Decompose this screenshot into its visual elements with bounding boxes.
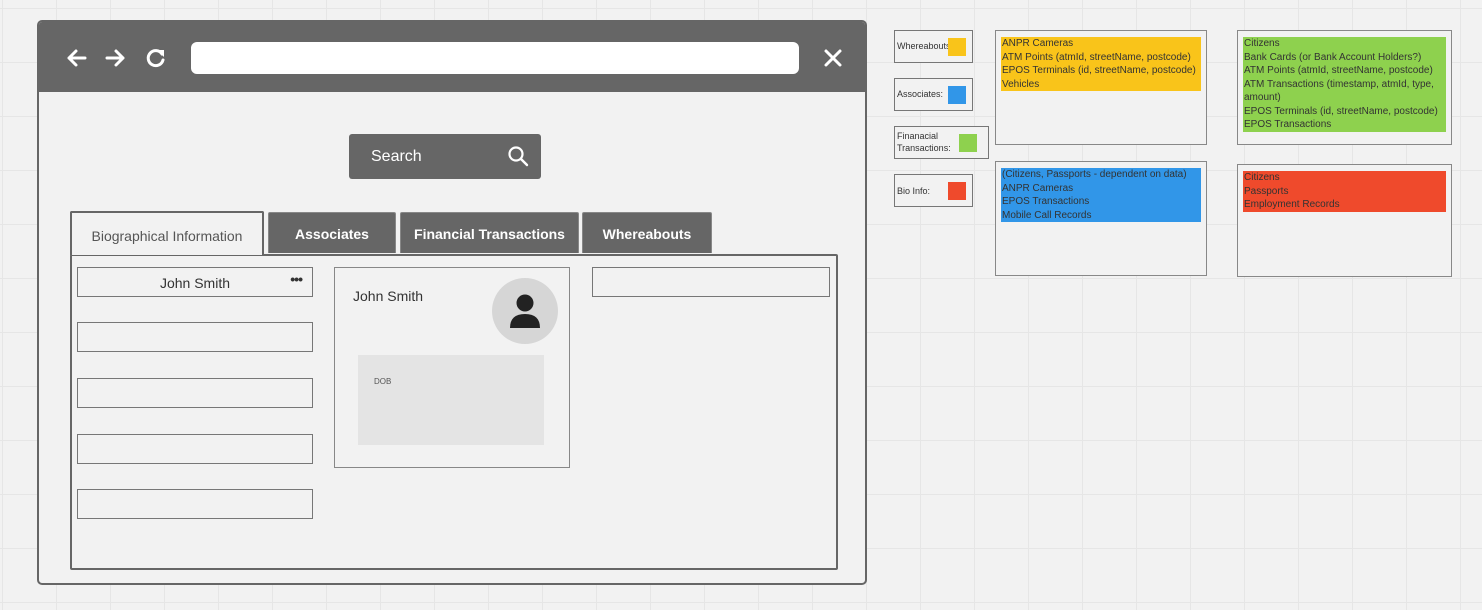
note-line: ANPR Cameras [1001, 37, 1201, 51]
legend-swatch [959, 134, 977, 152]
search-icon [508, 146, 529, 167]
note-line: ATM Transactions (timestamp, atmId, type… [1243, 77, 1446, 91]
legend-swatch [948, 86, 966, 104]
name-field-value: John Smith [159, 275, 231, 291]
dob-label: DOB [374, 377, 392, 386]
profile-name: John Smith [353, 288, 424, 304]
legend-financial-transactions: Finanacial Transactions: [894, 126, 989, 159]
legend-bio-info: Bio Info: [894, 174, 973, 207]
tab-associates[interactable]: Associates [268, 212, 396, 253]
note-line: amount) [1243, 91, 1446, 105]
avatar [492, 278, 558, 344]
reload-icon[interactable] [141, 43, 171, 73]
note-line: Vehicles [1001, 77, 1201, 91]
right-field[interactable] [592, 267, 830, 297]
info-field-3[interactable] [77, 378, 313, 408]
note-line: ATM Points (atmId, streetName, postcode) [1001, 50, 1201, 64]
info-field-2[interactable] [77, 322, 313, 352]
more-dots-icon[interactable]: ••• [290, 271, 303, 287]
name-field[interactable]: John Smith ••• [77, 267, 313, 297]
person-icon [510, 294, 540, 328]
search-button[interactable]: Search [349, 134, 541, 179]
note-line: EPOS Terminals (id, streetName, postcode… [1243, 104, 1446, 118]
close-icon[interactable] [821, 46, 845, 70]
profile-card: John Smith DOB [334, 267, 570, 468]
note-line: EPOS Transactions [1243, 118, 1446, 132]
legend-whereabouts: Whereabouts: [894, 30, 973, 63]
note-line: Passports [1243, 184, 1446, 198]
arrow-left-icon[interactable] [61, 43, 91, 73]
legend-swatch [948, 182, 966, 200]
arrow-right-icon[interactable] [101, 43, 131, 73]
note-line: Employment Records [1243, 198, 1446, 212]
note-whereabouts: ANPR Cameras ATM Points (atmId, streetNa… [995, 30, 1207, 145]
note-line: Citizens [1243, 171, 1446, 185]
search-button-label: Search [371, 148, 422, 165]
note-line: EPOS Transactions [1001, 195, 1201, 209]
tab-financial-transactions[interactable]: Financial Transactions [400, 212, 579, 253]
dob-box: DOB [358, 355, 544, 445]
legend-swatch [948, 38, 966, 56]
info-field-5[interactable] [77, 489, 313, 519]
note-line: Citizens [1243, 37, 1446, 51]
tab-whereabouts[interactable]: Whereabouts [582, 212, 712, 253]
note-bio-info: Citizens Passports Employment Records [1237, 164, 1452, 277]
browser-window: Search Biographical Information Associat… [37, 20, 867, 585]
legend-associates: Associates: [894, 78, 973, 111]
note-line: ANPR Cameras [1001, 181, 1201, 195]
note-line: Mobile Call Records [1001, 208, 1201, 222]
note-financial-transactions: Citizens Bank Cards (or Bank Account Hol… [1237, 30, 1452, 145]
legend-label: Associates: [897, 89, 944, 99]
url-bar[interactable] [191, 42, 799, 74]
legend-label: Bio Info: [897, 186, 931, 196]
note-line: ATM Points (atmId, streetName, postcode) [1243, 64, 1446, 78]
browser-titlebar [39, 22, 865, 92]
note-associates: (Citizens, Passports - dependent on data… [995, 161, 1207, 276]
note-line: EPOS Terminals (id, streetName, postcode… [1001, 64, 1201, 78]
tab-biographical-information[interactable]: Biographical Information [70, 211, 264, 255]
note-line: Bank Cards (or Bank Account Holders?) [1243, 50, 1446, 64]
note-line: (Citizens, Passports - dependent on data… [1001, 168, 1201, 182]
legend-label: Finanacial Transactions: [897, 131, 951, 153]
legend-label: Whereabouts: [897, 41, 954, 51]
info-field-4[interactable] [77, 434, 313, 464]
